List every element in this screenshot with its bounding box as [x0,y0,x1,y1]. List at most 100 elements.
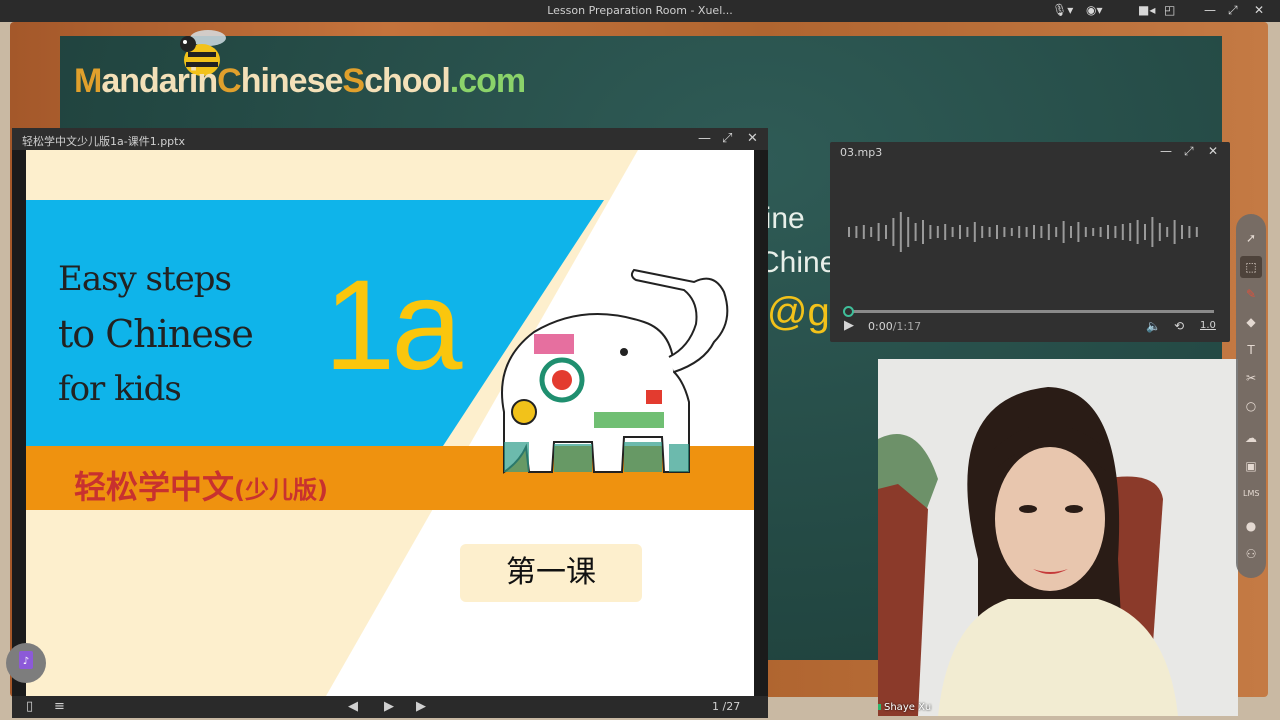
waveform-bar [1129,223,1132,241]
waveform-bar [1033,225,1035,239]
chat-icon[interactable]: ● [1243,518,1259,534]
waveform-bar [1070,226,1072,238]
waveform-bar [936,226,939,238]
waveform-bar [1010,228,1013,236]
presentation-filename: 轻松学中文少儿版1a-课件1.pptx [22,135,185,148]
camera-switch-icon[interactable]: ◰ [1164,3,1175,17]
slide-level-label: 1a [324,254,462,397]
slide-page-counter: 1 /27 [712,700,740,713]
audio-time-current: 0:00 [868,320,893,333]
previous-slide-icon[interactable]: ◀ [348,699,358,714]
waveform-bar [1092,228,1095,236]
presentation-window[interactable]: 轻松学中文少儿版1a-课件1.pptx — ⤢ ✕ Easy steps to … [12,128,768,718]
waveform-bar [966,227,969,237]
waveform-bar [973,222,976,242]
minimize-icon[interactable]: — [698,131,711,146]
status-indicator [878,704,881,710]
audio-time-total: /1:17 [892,320,922,333]
slide-page-total: /27 [722,700,741,713]
lms-icon[interactable]: LMS [1243,486,1259,502]
menu-lines-icon[interactable]: ≡ [54,699,65,714]
video-feed[interactable]: Shaye Xu [878,359,1238,716]
waveform-bar [1195,227,1198,237]
waveform-bar [885,225,887,239]
scissors-icon[interactable]: ✂ [1243,370,1259,386]
shape-icon[interactable]: ○ [1243,398,1259,414]
waveform-bar [862,225,865,239]
music-file-icon: ♪ [19,651,33,669]
waveform-bar [1099,227,1102,237]
waveform-bar [1144,224,1146,240]
minimize-icon[interactable]: — [1160,144,1172,158]
music-file-badge[interactable]: ♪ [6,643,46,683]
cloud-icon[interactable]: ☁ [1243,430,1259,446]
volume-icon[interactable]: 🔈 [1146,319,1161,333]
participant-name: Shaye Xu [884,702,932,713]
audio-seek-bar[interactable] [846,310,1214,313]
waveform-bar [899,212,902,252]
playback-speed[interactable]: 1.0 [1200,320,1216,331]
waveform-bar [870,227,873,237]
microphone-icon[interactable]: 🎙▾ [1052,3,1073,17]
waveform-bar [1047,224,1050,240]
waveform-bar [1136,220,1139,244]
audio-seek-handle[interactable] [843,306,854,317]
restore-icon[interactable]: ⤢ [1228,3,1238,17]
waveform-bar [1107,225,1109,239]
close-icon[interactable]: ✕ [1208,144,1218,158]
audio-waveform [848,212,1198,252]
drawing-toolbar: ➚ ⬚ ✎ ◆ T ✂ ○ ☁ ▣ LMS ● ⚇ [1236,214,1266,578]
users-icon[interactable]: ⚇ [1243,546,1259,562]
audio-time: 0:00/1:17 [868,320,921,333]
maximize-icon[interactable]: ⤢ [1184,144,1194,159]
selection-icon[interactable]: ⬚ [1240,256,1262,278]
slide-title-en-line3: for kids [58,369,182,409]
waveform-bar [988,227,991,237]
text-icon[interactable]: T [1243,342,1259,358]
toolbox-icon[interactable]: ▣ [1243,458,1259,474]
svg-text:♪: ♪ [23,656,29,667]
waveform-bar [1077,222,1080,242]
slide-lesson-box: 第一课 [460,544,642,602]
waveform-bar [1114,226,1117,238]
waveform-bar [959,225,961,239]
loop-icon[interactable]: ⟲ [1174,319,1184,333]
board-text-line2: Chine [758,246,837,279]
waveform-bar [929,225,932,239]
pointer-icon[interactable]: ➚ [1243,230,1259,246]
waveform-bar [1025,227,1028,237]
video-camera-icon[interactable]: ■◂ [1138,3,1155,17]
eraser-icon[interactable]: ◆ [1243,314,1259,330]
waveform-bar [1062,221,1065,243]
waveform-bar [951,227,954,237]
site-logo: MandarinChineseSchool.com [74,62,526,100]
waveform-bar [1158,223,1161,241]
maximize-icon[interactable]: ⤢ [722,131,732,146]
minimize-icon[interactable]: — [1204,3,1216,17]
close-icon[interactable]: ✕ [747,131,758,146]
play-icon[interactable]: ▶ [844,318,854,333]
waveform-bar [1121,224,1124,240]
waveform-bar [1040,226,1043,238]
waveform-bar [1173,220,1176,244]
waveform-bar [1003,227,1006,237]
waveform-bar [1151,217,1154,247]
camera-settings-icon[interactable]: ◉▾ [1086,3,1103,17]
play-slideshow-icon[interactable]: ▶ [384,699,394,714]
waveform-bar [981,226,984,238]
next-slide-icon[interactable]: ▶ [416,699,426,714]
waveform-bar [892,218,895,246]
waveform-bar [1181,225,1183,239]
slide-title-cn: 轻松学中文 [74,468,235,506]
presentation-header[interactable]: 轻松学中文少儿版1a-课件1.pptx — ⤢ ✕ [12,128,768,150]
slide-canvas[interactable]: Easy steps to Chinese for kids 1a 轻松学中文(… [26,150,754,696]
close-icon[interactable]: ✕ [1254,3,1264,17]
audio-player-window[interactable]: 03.mp3 — ⤢ ✕ ▶ 0:00/1:17 🔈 ⟲ 1.0 [830,142,1230,342]
board-text-line3: l@g [758,290,830,334]
pen-icon[interactable]: ✎ [1243,286,1259,302]
sidebar-toggle-icon[interactable]: ▯ [26,699,33,714]
slide-lesson-label: 第一课 [506,555,596,590]
slide-title-en-line2: to Chinese [58,312,254,356]
waveform-bar [922,220,924,244]
presentation-footer: ▯ ≡ ◀ ▶ ▶ 1 /27 [12,696,768,718]
